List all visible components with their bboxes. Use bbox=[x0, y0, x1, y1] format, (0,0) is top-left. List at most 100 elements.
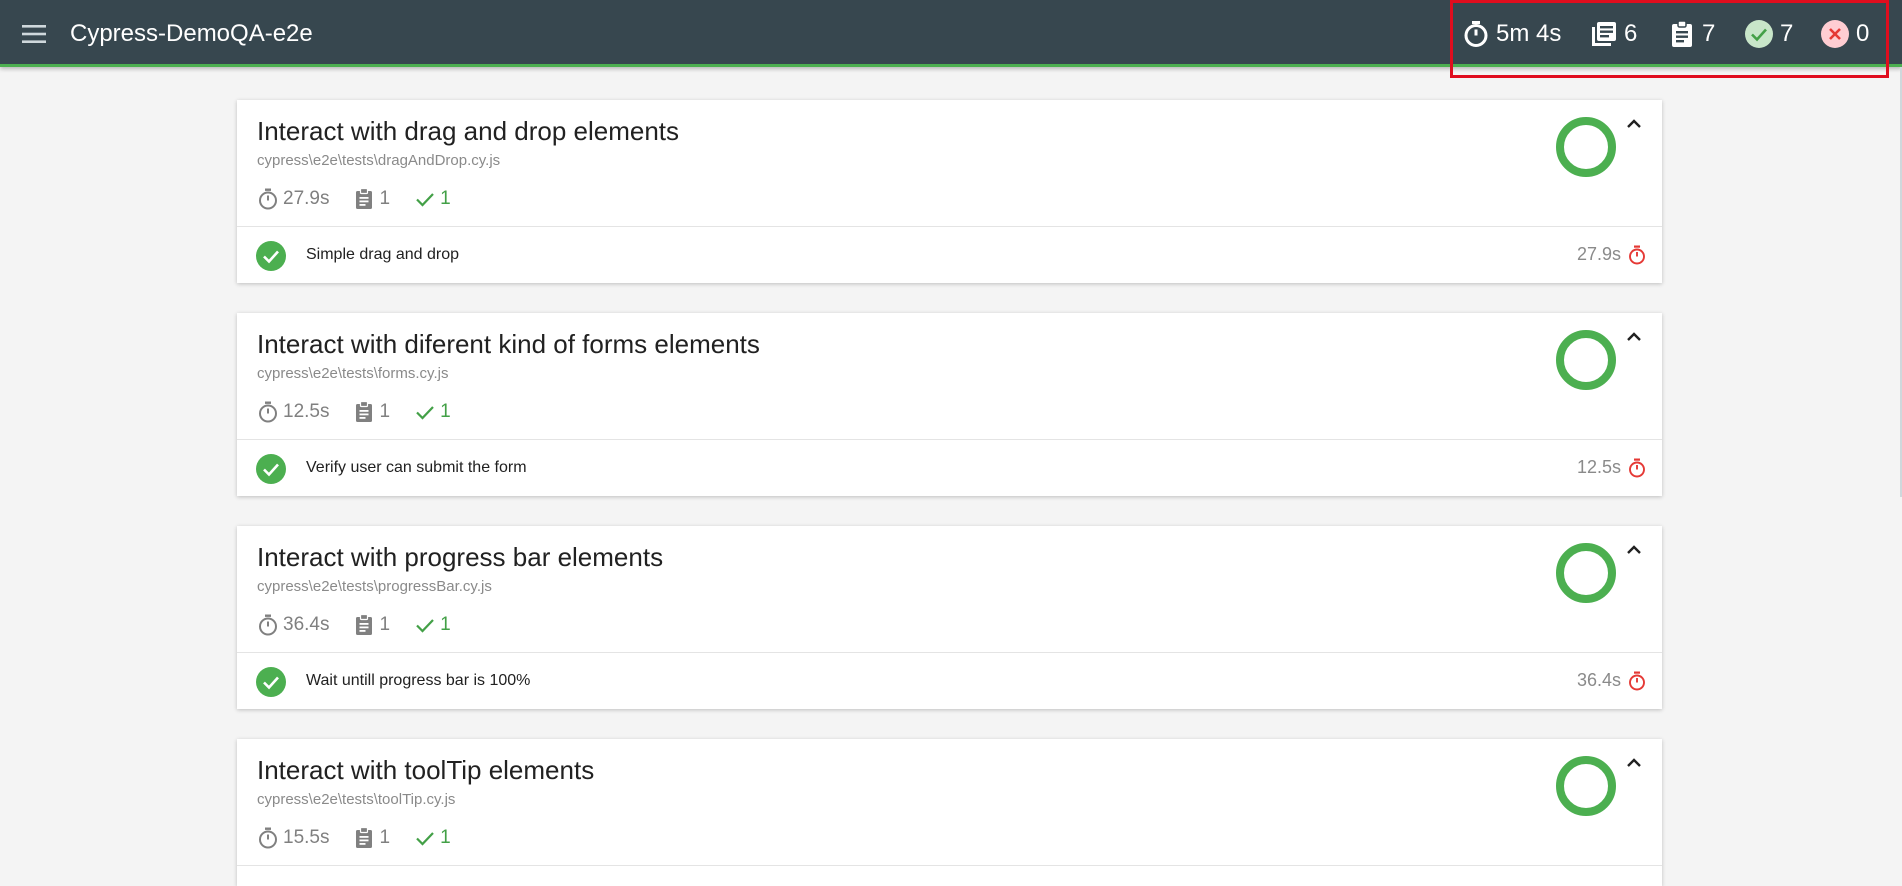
test-duration-value: 36.4s bbox=[1576, 670, 1621, 690]
test-title: Verify user can submit the form bbox=[306, 459, 527, 476]
suite-passed-count: 1 bbox=[414, 827, 451, 849]
test-duration: 27.9s bbox=[1577, 244, 1647, 265]
suite-passed-count: 1 bbox=[414, 401, 451, 423]
stat-suites[interactable]: 6 bbox=[1590, 18, 1637, 50]
suite-passed-count-value: 1 bbox=[440, 188, 451, 209]
library-books-icon bbox=[1592, 22, 1616, 46]
suite-pass-rate-chart bbox=[1556, 330, 1616, 390]
hamburger-menu-icon[interactable] bbox=[20, 22, 48, 46]
test-passed-icon bbox=[256, 241, 286, 271]
suite-header: Interact with drag and drop elements cyp… bbox=[237, 100, 1662, 227]
slow-timer-icon bbox=[1629, 458, 1645, 477]
suite-test-count-value: 1 bbox=[379, 614, 391, 635]
stat-duration[interactable]: 5m 4s bbox=[1462, 18, 1561, 50]
stat-duration-value: 5m 4s bbox=[1496, 20, 1562, 47]
test-title: Wait untill progress bar is 100% bbox=[306, 672, 531, 689]
suite-test-count-value: 1 bbox=[379, 827, 391, 848]
app-title: Cypress-DemoQA-e2e bbox=[70, 20, 313, 47]
stat-failed[interactable]: 0 bbox=[1820, 18, 1869, 50]
top-navbar: Cypress-DemoQA-e2e 5m 4s 6 7 7 0 bbox=[0, 0, 1902, 78]
suite-test-count-value: 1 bbox=[379, 401, 391, 422]
suite-header: Interact with toolTip elements cypress\e… bbox=[237, 739, 1662, 866]
chevron-up-icon[interactable] bbox=[1623, 327, 1645, 349]
suite-duration-value: 15.5s bbox=[283, 827, 330, 848]
suite-duration: 12.5s bbox=[257, 401, 329, 423]
suite-passed-count-value: 1 bbox=[440, 827, 451, 848]
stat-passed-value: 7 bbox=[1780, 20, 1794, 47]
test-row[interactable]: Simple drag and drop 27.9s bbox=[237, 227, 1662, 283]
test-duration: 36.4s bbox=[1577, 670, 1647, 691]
chevron-up-icon[interactable] bbox=[1623, 540, 1645, 562]
suite-passed-count: 1 bbox=[414, 614, 451, 636]
stopwatch-icon bbox=[259, 614, 277, 636]
suite-card: Interact with progress bar elements cypr… bbox=[237, 526, 1662, 709]
test-duration-value: 27.9s bbox=[1576, 244, 1621, 264]
suite-summary: 15.5s 1 1 bbox=[257, 825, 475, 851]
stat-failed-value: 0 bbox=[1856, 20, 1870, 47]
test-row[interactable] bbox=[237, 866, 1662, 886]
suite-test-count-value: 1 bbox=[379, 188, 391, 209]
clipboard-icon bbox=[1672, 20, 1692, 47]
suite-test-count: 1 bbox=[353, 614, 390, 636]
suite-duration: 27.9s bbox=[257, 188, 329, 210]
chevron-up-icon[interactable] bbox=[1623, 753, 1645, 775]
suite-title: Interact with drag and drop elements bbox=[257, 116, 680, 146]
suite-pass-rate-chart bbox=[1556, 756, 1616, 816]
suite-file-path: cypress\e2e\tests\progressBar.cy.js bbox=[257, 578, 492, 595]
clipboard-icon bbox=[356, 614, 373, 635]
suite-file-path: cypress\e2e\tests\toolTip.cy.js bbox=[257, 791, 456, 808]
suite-duration: 15.5s bbox=[257, 827, 329, 849]
suite-duration-value: 36.4s bbox=[283, 614, 330, 635]
stopwatch-icon bbox=[1464, 21, 1488, 47]
slow-timer-icon bbox=[1629, 245, 1645, 264]
test-passed-icon bbox=[256, 667, 286, 697]
slow-timer-icon bbox=[1629, 671, 1645, 690]
stat-passed[interactable]: 7 bbox=[1744, 18, 1793, 50]
clipboard-icon bbox=[356, 827, 373, 848]
suite-test-count: 1 bbox=[353, 188, 390, 210]
passed-check-icon bbox=[1745, 20, 1773, 48]
suite-card: Interact with drag and drop elements cyp… bbox=[237, 100, 1662, 283]
stopwatch-icon bbox=[259, 401, 277, 423]
suite-header: Interact with progress bar elements cypr… bbox=[237, 526, 1662, 653]
check-icon bbox=[416, 406, 434, 420]
suite-passed-count-value: 1 bbox=[440, 614, 451, 635]
test-row[interactable]: Verify user can submit the form 12.5s bbox=[237, 440, 1662, 496]
check-icon bbox=[416, 619, 434, 633]
suite-pass-rate-chart bbox=[1556, 543, 1616, 603]
stopwatch-icon bbox=[259, 827, 277, 849]
clipboard-icon bbox=[356, 401, 373, 422]
suite-passed-count: 1 bbox=[414, 188, 451, 210]
test-duration-value: 12.5s bbox=[1576, 457, 1621, 477]
stat-suites-value: 6 bbox=[1624, 20, 1638, 47]
suite-summary: 12.5s 1 1 bbox=[257, 399, 475, 425]
test-passed-icon bbox=[256, 454, 286, 484]
suite-card: Interact with toolTip elements cypress\e… bbox=[237, 739, 1662, 886]
suite-title: Interact with diferent kind of forms ele… bbox=[257, 329, 760, 359]
suite-test-count: 1 bbox=[353, 401, 390, 423]
suite-card: Interact with diferent kind of forms ele… bbox=[237, 313, 1662, 496]
suite-title: Interact with toolTip elements bbox=[257, 755, 595, 785]
stopwatch-icon bbox=[259, 188, 277, 210]
suite-summary: 27.9s 1 1 bbox=[257, 186, 475, 212]
test-duration: 12.5s bbox=[1577, 457, 1647, 478]
suite-test-count: 1 bbox=[353, 827, 390, 849]
chevron-up-icon[interactable] bbox=[1623, 114, 1645, 136]
suite-pass-rate-chart bbox=[1556, 117, 1616, 177]
clipboard-icon bbox=[356, 188, 373, 209]
suite-duration-value: 12.5s bbox=[283, 401, 330, 422]
stat-tests[interactable]: 7 bbox=[1668, 18, 1715, 50]
suite-summary: 36.4s 1 1 bbox=[257, 612, 475, 638]
suite-duration-value: 27.9s bbox=[283, 188, 330, 209]
failed-x-icon bbox=[1821, 20, 1849, 48]
check-icon bbox=[416, 832, 434, 846]
check-icon bbox=[416, 193, 434, 207]
stat-tests-value: 7 bbox=[1702, 20, 1716, 47]
test-row[interactable]: Wait untill progress bar is 100% 36.4s bbox=[237, 653, 1662, 709]
suite-file-path: cypress\e2e\tests\forms.cy.js bbox=[257, 365, 449, 382]
suite-header: Interact with diferent kind of forms ele… bbox=[237, 313, 1662, 440]
suite-passed-count-value: 1 bbox=[440, 401, 451, 422]
suite-title: Interact with progress bar elements bbox=[257, 542, 664, 572]
suite-duration: 36.4s bbox=[257, 614, 329, 636]
suite-file-path: cypress\e2e\tests\dragAndDrop.cy.js bbox=[257, 152, 501, 169]
